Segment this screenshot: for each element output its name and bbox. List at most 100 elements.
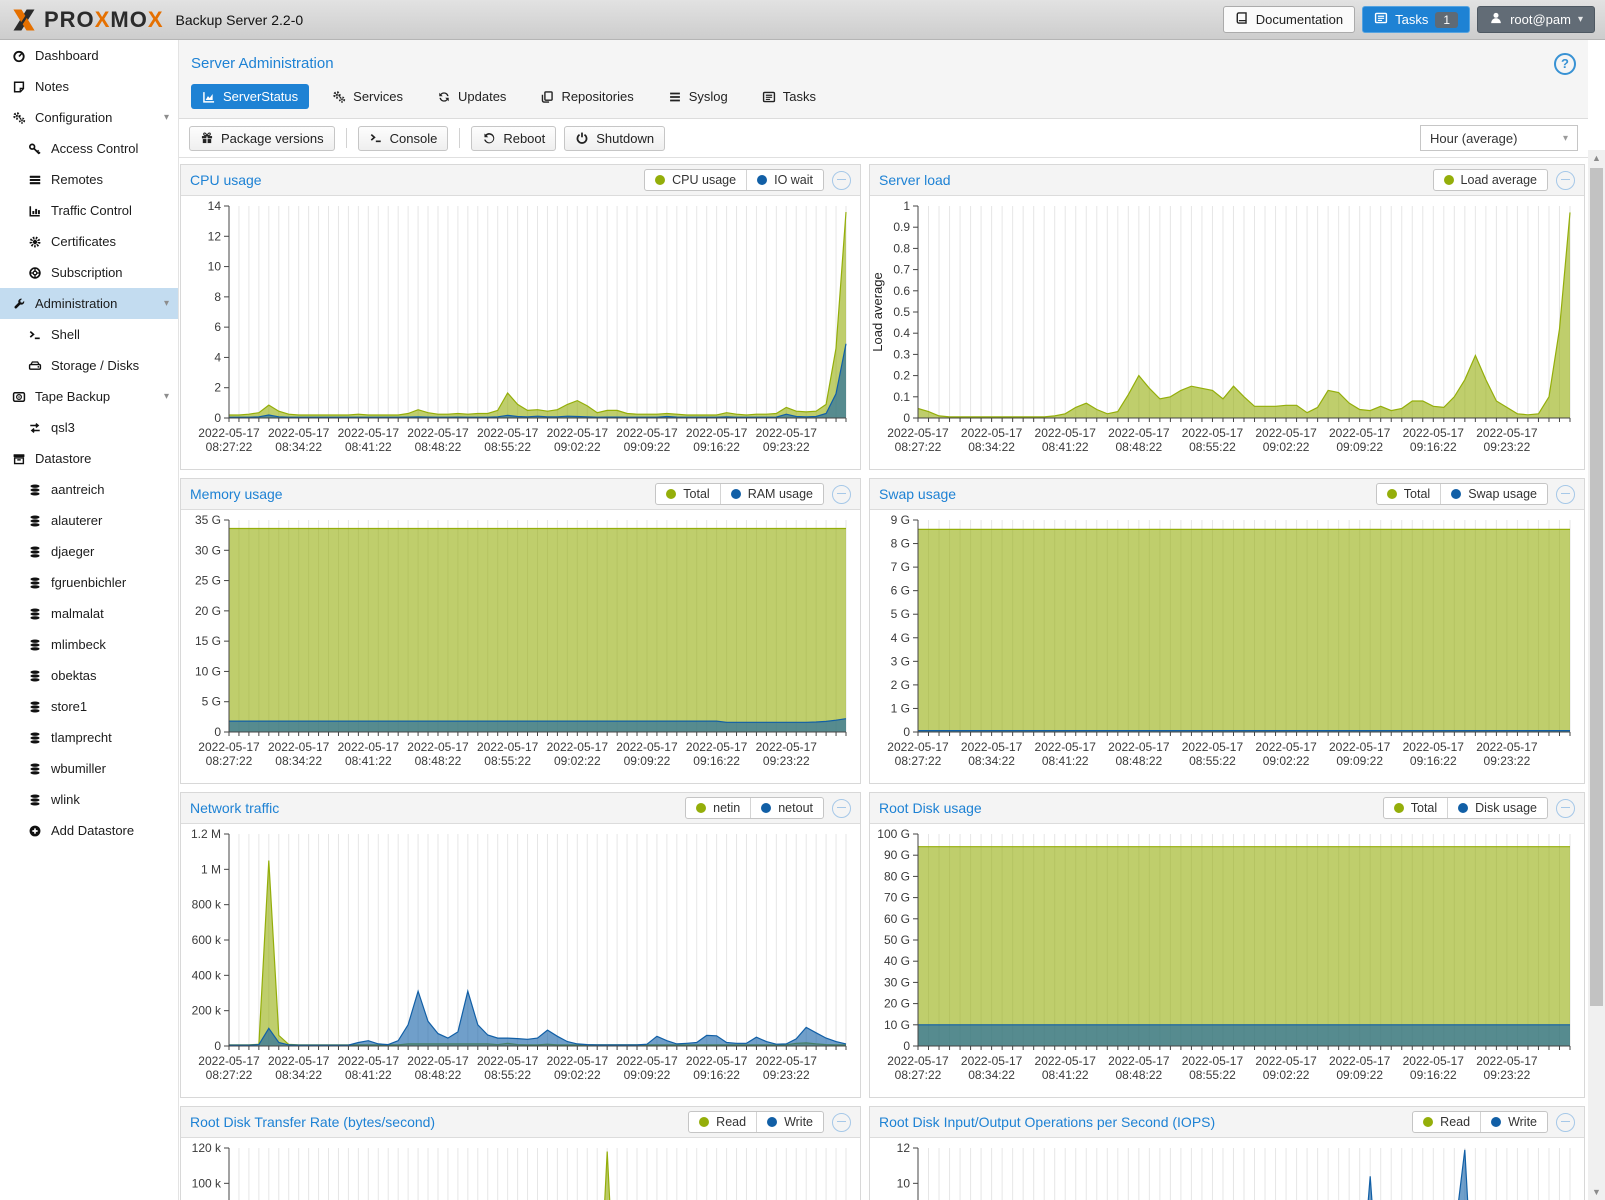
chart-legend: netinnetout [685, 797, 824, 819]
charts-row: Network trafficnetinnetout0200 k400 k600… [180, 792, 1588, 1098]
legend-item-total[interactable]: Total [1384, 798, 1447, 818]
collapse-panel-icon[interactable] [832, 1113, 851, 1132]
documentation-button[interactable]: Documentation [1223, 6, 1355, 33]
chart-cpu-usage: 024681012142022-05-1708:27:222022-05-170… [181, 196, 860, 469]
sidebar-item-djaeger[interactable]: djaeger [0, 536, 178, 567]
tab-services[interactable]: Services [321, 84, 414, 109]
svg-text:2022-05-17: 2022-05-17 [1476, 740, 1538, 754]
collapse-panel-icon[interactable] [832, 485, 851, 504]
legend-item-read[interactable]: Read [689, 1112, 756, 1132]
svg-text:100 G: 100 G [877, 827, 910, 841]
sidebar-item-remotes[interactable]: Remotes [0, 164, 178, 195]
chart-network-traffic: 0200 k400 k600 k800 k1 M1.2 M2022-05-170… [181, 824, 860, 1097]
tab-tasks[interactable]: Tasks [751, 84, 827, 109]
collapse-panel-icon[interactable] [1556, 1113, 1575, 1132]
scroll-down-icon[interactable]: ▼ [1588, 1184, 1605, 1200]
sidebar-item-fgruenbichler[interactable]: fgruenbichler [0, 567, 178, 598]
sidebar-item-access-control[interactable]: Access Control [0, 133, 178, 164]
svg-text:2022-05-17: 2022-05-17 [268, 426, 330, 440]
collapse-panel-icon[interactable] [832, 171, 851, 190]
svg-text:08:34:22: 08:34:22 [968, 1068, 1015, 1082]
sidebar-item-aantreich[interactable]: aantreich [0, 474, 178, 505]
legend-item-total[interactable]: Total [1377, 484, 1440, 504]
vertical-scrollbar[interactable]: ▲ ▼ [1588, 150, 1605, 1200]
sidebar-item-traffic-control[interactable]: Traffic Control [0, 195, 178, 226]
legend-item-netout[interactable]: netout [750, 798, 823, 818]
sidebar-item-add-datastore[interactable]: Add Datastore [0, 815, 178, 846]
chart-body: 00.10.20.30.40.50.60.70.80.912022-05-170… [870, 196, 1584, 469]
time-range-select[interactable]: Hour (average)▾ [1420, 125, 1578, 151]
legend-item-io-wait[interactable]: IO wait [746, 170, 823, 190]
scrollbar-thumb[interactable] [1590, 168, 1603, 1006]
legend-item-total[interactable]: Total [656, 484, 719, 504]
sidebar-item-administration[interactable]: Administration▾ [0, 288, 178, 319]
sidebar-item-tlamprecht[interactable]: tlamprecht [0, 722, 178, 753]
tasks-button[interactable]: Tasks 1 [1362, 6, 1470, 33]
tab-serverstatus[interactable]: ServerStatus [191, 84, 309, 109]
sidebar-item-store1[interactable]: store1 [0, 691, 178, 722]
svg-text:08:41:22: 08:41:22 [1042, 440, 1089, 454]
panel-title: Root Disk usage [879, 800, 982, 816]
svg-text:09:23:22: 09:23:22 [1484, 754, 1531, 768]
panel-swap-usage: Swap usageTotalSwap usage01 G2 G3 G4 G5 … [869, 478, 1585, 784]
legend-dot-icon [1491, 1117, 1501, 1127]
sidebar-item-mlimbeck[interactable]: mlimbeck [0, 629, 178, 660]
sidebar-item-alauterer[interactable]: alauterer [0, 505, 178, 536]
svg-text:08:48:22: 08:48:22 [1115, 440, 1162, 454]
svg-text:2022-05-17: 2022-05-17 [1329, 426, 1391, 440]
package-versions-button[interactable]: Package versions [189, 126, 335, 151]
sidebar-item-malmalat[interactable]: malmalat [0, 598, 178, 629]
legend-dot-icon [1444, 175, 1454, 185]
sidebar-item-wlink[interactable]: wlink [0, 784, 178, 815]
tab-syslog[interactable]: Syslog [657, 84, 739, 109]
legend-item-cpu-usage[interactable]: CPU usage [645, 170, 746, 190]
sidebar-item-configuration[interactable]: Configuration▾ [0, 102, 178, 133]
tab-repositories[interactable]: Repositories [529, 84, 644, 109]
svg-text:5 G: 5 G [202, 695, 221, 709]
help-button[interactable]: ? [1554, 53, 1576, 75]
legend-item-load-average[interactable]: Load average [1434, 170, 1547, 190]
reboot-button[interactable]: Reboot [471, 126, 556, 151]
legend-item-disk-usage[interactable]: Disk usage [1447, 798, 1547, 818]
user-menu-button[interactable]: root@pam ▾ [1477, 6, 1595, 33]
sidebar-item-storage-disks[interactable]: Storage / Disks [0, 350, 178, 381]
panel-title: Server load [879, 172, 951, 188]
svg-text:12: 12 [208, 229, 222, 243]
svg-text:09:02:22: 09:02:22 [1263, 440, 1310, 454]
legend-item-netin[interactable]: netin [686, 798, 750, 818]
sidebar-item-dashboard[interactable]: Dashboard [0, 40, 178, 71]
svg-text:09:02:22: 09:02:22 [554, 1068, 601, 1082]
sidebar-item-certificates[interactable]: Certificates [0, 226, 178, 257]
collapse-panel-icon[interactable] [1556, 485, 1575, 504]
legend-item-swap-usage[interactable]: Swap usage [1440, 484, 1547, 504]
shutdown-button[interactable]: Shutdown [564, 126, 665, 151]
legend-item-write[interactable]: Write [1480, 1112, 1547, 1132]
charts-row: Memory usageTotalRAM usage05 G10 G15 G20… [180, 478, 1588, 784]
collapse-panel-icon[interactable] [1556, 171, 1575, 190]
tab-bar: ServerStatus Services Updates Repositories S… [179, 78, 1588, 118]
svg-text:70 G: 70 G [884, 891, 910, 905]
scroll-up-icon[interactable]: ▲ [1588, 150, 1605, 166]
svg-text:40 G: 40 G [884, 954, 910, 968]
button-label: Console [390, 131, 438, 146]
charts-grid: CPU usageCPU usageIO wait024681012142022… [179, 158, 1588, 1200]
svg-text:2022-05-17: 2022-05-17 [1182, 426, 1244, 440]
sidebar-item-notes[interactable]: Notes [0, 71, 178, 102]
tab-updates[interactable]: Updates [426, 84, 517, 109]
sidebar-item-wbumiller[interactable]: wbumiller [0, 753, 178, 784]
sidebar-item-obektas[interactable]: obektas [0, 660, 178, 691]
legend-item-ram-usage[interactable]: RAM usage [720, 484, 823, 504]
console-button[interactable]: Console [358, 126, 449, 151]
collapse-panel-icon[interactable] [1556, 799, 1575, 818]
legend-item-write[interactable]: Write [756, 1112, 823, 1132]
sidebar-item-qsl3[interactable]: qsl3 [0, 412, 178, 443]
sidebar-item-datastore[interactable]: Datastore [0, 443, 178, 474]
sidebar-item-shell[interactable]: Shell [0, 319, 178, 350]
legend-item-read[interactable]: Read [1413, 1112, 1480, 1132]
svg-text:80 G: 80 G [884, 869, 910, 883]
sidebar-item-tape-backup[interactable]: Tape Backup▾ [0, 381, 178, 412]
sidebar-item-subscription[interactable]: Subscription [0, 257, 178, 288]
collapse-panel-icon[interactable] [832, 799, 851, 818]
database-icon [25, 638, 44, 652]
page-title: Server Administration [191, 55, 334, 72]
